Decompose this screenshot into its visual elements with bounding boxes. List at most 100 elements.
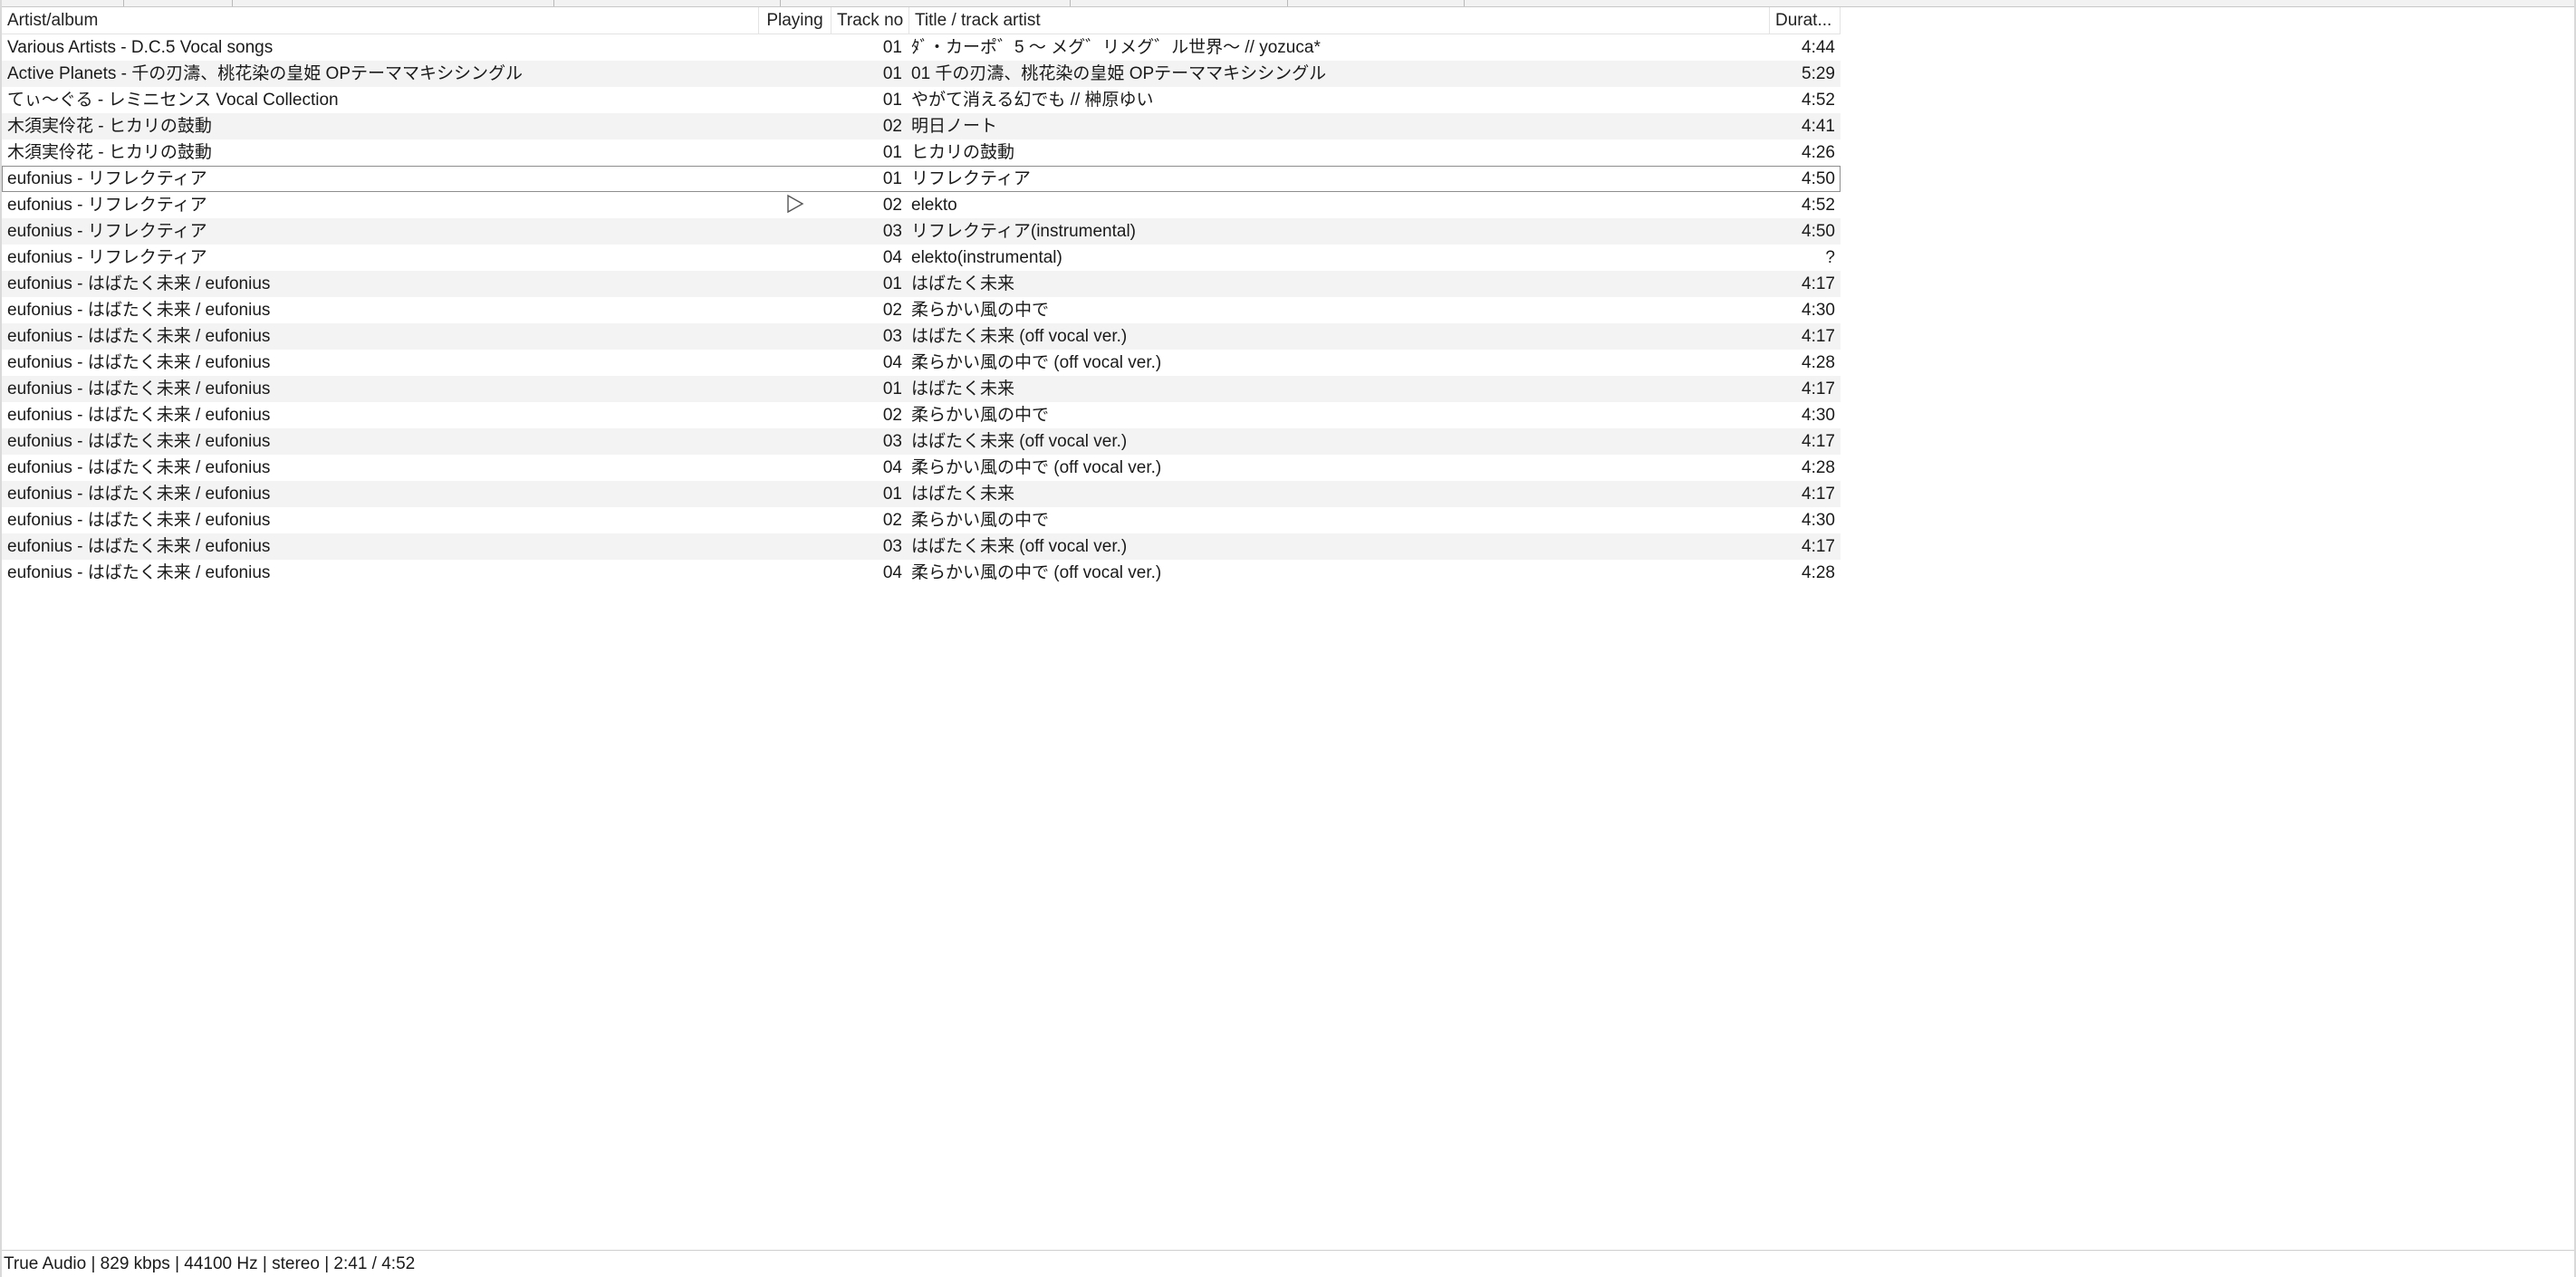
duration-cell: 4:30 xyxy=(1802,406,1835,425)
track-row[interactable]: 木須実伶花 - ヒカリの鼓動 01 ヒカリの鼓動 4:26 xyxy=(2,139,1841,166)
artist-album-cell: eufonius - はばたく未来 / eufonius xyxy=(7,327,271,346)
title-cell: はばたく未来 xyxy=(911,274,1015,293)
track-row[interactable]: eufonius - はばたく未来 / eufonius 03 はばたく未来 (of… xyxy=(2,533,1841,560)
artist-album-cell: 木須実伶花 - ヒカリの鼓動 xyxy=(7,143,212,162)
status-bar: True Audio | 829 kbps | 44100 Hz | stere… xyxy=(2,1250,2574,1277)
artist-album-cell: eufonius - はばたく未来 / eufonius xyxy=(7,379,271,398)
track-row[interactable]: eufonius - はばたく未来 / eufonius 02 柔らかい風の中で 4:… xyxy=(2,507,1841,533)
track-number-cell: 02 xyxy=(882,117,902,136)
track-number-cell: 01 xyxy=(882,64,902,83)
column-header-title[interactable]: Title / track artist xyxy=(909,7,1770,34)
title-cell: はばたく未来 xyxy=(911,485,1015,504)
track-row[interactable]: eufonius - はばたく未来 / eufonius 04 柔らかい風の中で (… xyxy=(2,560,1841,586)
duration-cell: 4:28 xyxy=(1802,458,1835,477)
track-number-cell: 03 xyxy=(882,432,902,451)
track-number-cell: 03 xyxy=(882,537,902,556)
status-text: True Audio | 829 kbps | 44100 Hz | stere… xyxy=(4,1254,416,1273)
now-playing-icon xyxy=(787,195,804,214)
track-number-cell: 02 xyxy=(882,301,902,320)
track-row[interactable]: eufonius - リフレクティア 03 リフレクティア(instrumental… xyxy=(2,218,1841,245)
playing-cell xyxy=(761,350,830,376)
artist-album-cell: eufonius - はばたく未来 / eufonius xyxy=(7,301,271,320)
duration-cell: 4:52 xyxy=(1802,91,1835,110)
track-number-cell: 04 xyxy=(882,248,902,267)
track-number-cell: 01 xyxy=(882,485,902,504)
title-cell: 柔らかい風の中で (off vocal ver.) xyxy=(911,458,1162,477)
duration-cell: 4:17 xyxy=(1802,432,1835,451)
title-cell: elekto(instrumental) xyxy=(911,248,1062,267)
track-number-cell: 02 xyxy=(882,511,902,530)
artist-album-cell: eufonius - はばたく未来 / eufonius xyxy=(7,353,271,372)
playlist-window: Artist/album Playing Track no Title / tr… xyxy=(0,0,2576,1277)
artist-album-cell: eufonius - リフレクティア xyxy=(7,248,207,267)
track-row[interactable]: Active Planets - 千の刃濤、桃花染の皇姫 OPテーママキシシング… xyxy=(2,61,1841,87)
playing-cell xyxy=(761,166,830,192)
track-row[interactable]: eufonius - はばたく未来 / eufonius 02 柔らかい風の中で 4:… xyxy=(2,402,1841,428)
playing-cell xyxy=(761,34,830,61)
playlist-rows: Various Artists - D.C.5 Vocal songs 01 ﾀﾞ・… xyxy=(2,34,1841,586)
track-number-cell: 04 xyxy=(882,563,902,582)
playing-cell xyxy=(761,139,830,166)
column-header: Artist/album Playing Track no Title / tr… xyxy=(2,7,1841,34)
title-cell: 柔らかい風の中で (off vocal ver.) xyxy=(911,353,1162,372)
track-row[interactable]: eufonius - はばたく未来 / eufonius 01 はばたく未来 4:17 xyxy=(2,271,1841,297)
playlist-tab[interactable] xyxy=(554,0,781,6)
playlist-tab-strip[interactable] xyxy=(2,0,2574,7)
title-cell: リフレクティア(instrumental) xyxy=(911,222,1137,241)
duration-cell: 4:28 xyxy=(1802,563,1835,582)
playlist-tab[interactable] xyxy=(233,0,554,6)
artist-album-cell: てぃ～ぐる - レミニセンス Vocal Collection xyxy=(7,91,339,110)
playlist-tab[interactable] xyxy=(781,0,1071,6)
duration-cell: 4:17 xyxy=(1802,379,1835,398)
duration-cell: 4:50 xyxy=(1802,169,1835,188)
track-number-cell: 01 xyxy=(882,91,902,110)
title-cell: はばたく未来 (off vocal ver.) xyxy=(911,537,1128,556)
track-number-cell: 04 xyxy=(882,458,902,477)
column-header-duration[interactable]: Durat... xyxy=(1770,7,1841,34)
track-number-cell: 02 xyxy=(882,196,902,215)
title-cell: 01 千の刃濤、桃花染の皇姫 OPテーママキシシングル xyxy=(911,64,1327,83)
track-row[interactable]: eufonius - はばたく未来 / eufonius 01 はばたく未来 4:17 xyxy=(2,376,1841,402)
playlist-tab[interactable] xyxy=(2,0,124,6)
track-row[interactable]: 木須実伶花 - ヒカリの鼓動 02 明日ノート 4:41 xyxy=(2,113,1841,139)
artist-album-cell: eufonius - はばたく未来 / eufonius xyxy=(7,458,271,477)
track-row[interactable]: eufonius - はばたく未来 / eufonius 04 柔らかい風の中で (… xyxy=(2,350,1841,376)
track-row[interactable]: eufonius - はばたく未来 / eufonius 03 はばたく未来 (of… xyxy=(2,323,1841,350)
track-row[interactable]: eufonius - はばたく未来 / eufonius 04 柔らかい風の中で (… xyxy=(2,455,1841,481)
track-row[interactable]: eufonius - リフレクティア 04 elekto(instrumental)… xyxy=(2,245,1841,271)
playing-cell xyxy=(761,402,830,428)
duration-cell: 4:30 xyxy=(1802,301,1835,320)
column-header-track[interactable]: Track no xyxy=(831,7,909,34)
track-number-cell: 01 xyxy=(882,143,902,162)
title-cell: 柔らかい風の中で xyxy=(911,301,1050,320)
playlist-tab[interactable] xyxy=(1288,0,1465,6)
duration-cell: 4:44 xyxy=(1802,38,1835,57)
playing-cell xyxy=(761,507,830,533)
track-number-cell: 01 xyxy=(882,38,902,57)
playing-cell xyxy=(761,192,830,218)
column-header-artist[interactable]: Artist/album xyxy=(2,7,759,34)
track-row[interactable]: eufonius - リフレクティア 01 リフレクティア 4:50 xyxy=(2,166,1841,192)
playlist-tab[interactable] xyxy=(124,0,233,6)
track-row[interactable]: Various Artists - D.C.5 Vocal songs 01 ﾀﾞ・… xyxy=(2,34,1841,61)
duration-cell: 4:50 xyxy=(1802,222,1835,241)
playing-cell xyxy=(761,428,830,455)
playing-cell xyxy=(761,455,830,481)
playlist-tab[interactable] xyxy=(1071,0,1288,6)
track-number-cell: 01 xyxy=(882,274,902,293)
track-number-cell: 03 xyxy=(882,327,902,346)
track-row[interactable]: eufonius - はばたく未来 / eufonius 02 柔らかい風の中で 4:… xyxy=(2,297,1841,323)
playing-cell xyxy=(761,297,830,323)
artist-album-cell: 木須実伶花 - ヒカリの鼓動 xyxy=(7,117,212,136)
track-row[interactable]: eufonius - はばたく未来 / eufonius 01 はばたく未来 4:17 xyxy=(2,481,1841,507)
artist-album-cell: eufonius - はばたく未来 / eufonius xyxy=(7,537,271,556)
track-row[interactable]: eufonius - はばたく未来 / eufonius 03 はばたく未来 (of… xyxy=(2,428,1841,455)
column-header-playing[interactable]: Playing xyxy=(759,7,831,34)
duration-cell: 4:17 xyxy=(1802,537,1835,556)
title-cell: はばたく未来 xyxy=(911,379,1015,398)
duration-cell: 4:17 xyxy=(1802,274,1835,293)
artist-album-cell: eufonius - リフレクティア xyxy=(7,169,207,188)
track-row[interactable]: eufonius - リフレクティア 02 elekto 4:52 xyxy=(2,192,1841,218)
title-cell: はばたく未来 (off vocal ver.) xyxy=(911,327,1128,346)
track-row[interactable]: てぃ～ぐる - レミニセンス Vocal Collection 01 やがて消える幻… xyxy=(2,87,1841,113)
